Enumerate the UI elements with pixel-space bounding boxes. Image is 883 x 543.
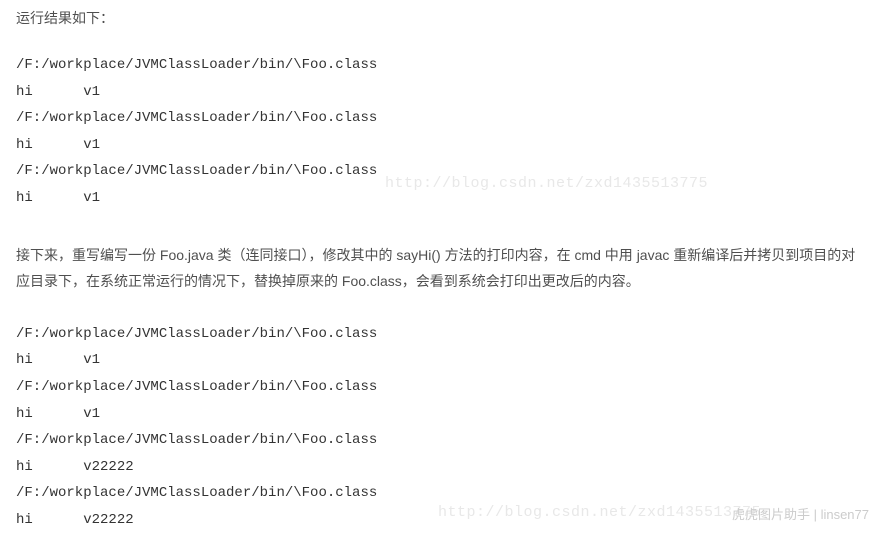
- explanation-paragraph: 接下来，重写编写一份 Foo.java 类（连同接口），修改其中的 sayHi(…: [16, 242, 867, 295]
- attribution-text: 虎虎图片助手 | linsen77: [732, 504, 869, 523]
- code-output-2: /F:/workplace/JVMClassLoader/bin/\Foo.cl…: [16, 321, 867, 534]
- intro-text: 运行结果如下：: [16, 8, 867, 28]
- code-output-1: /F:/workplace/JVMClassLoader/bin/\Foo.cl…: [16, 52, 867, 212]
